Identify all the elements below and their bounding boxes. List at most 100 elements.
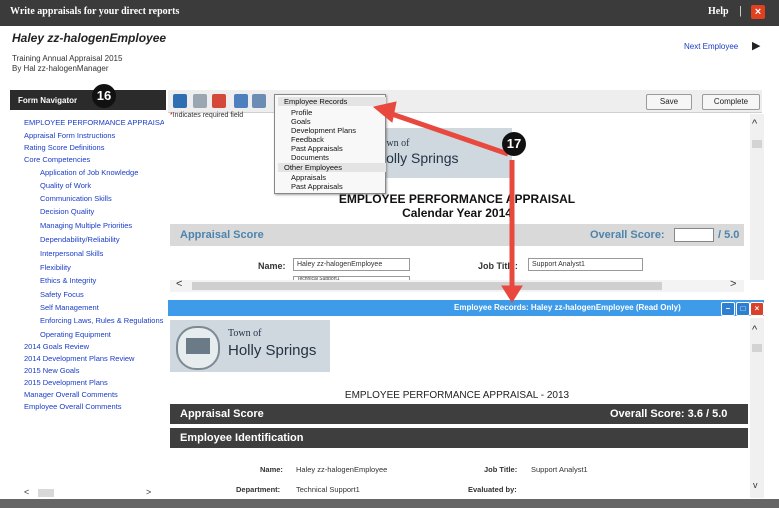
nav-item[interactable]: Appraisal Form Instructions: [24, 131, 164, 140]
navigator-horizontal-scrollbar[interactable]: < >: [24, 487, 166, 499]
form-subtitle: Calendar Year 2014: [402, 206, 512, 220]
employee-records-menu: Employee Records Profile Goals Developme…: [274, 94, 386, 194]
scroll-up-icon[interactable]: ^: [752, 118, 757, 130]
overall-score-label: Overall Score:: [590, 229, 665, 241]
menu-item-goals[interactable]: Goals: [291, 117, 311, 126]
menu-item-documents[interactable]: Documents: [291, 153, 329, 162]
nav-item[interactable]: Dependability/Reliability: [40, 235, 166, 244]
records-overall-score: Overall Score: 3.6 / 5.0: [610, 408, 728, 420]
menu-item-profile[interactable]: Profile: [291, 108, 312, 117]
minimize-icon[interactable]: –: [721, 302, 735, 316]
records-department-value: Technical Support1: [296, 485, 360, 494]
complete-button[interactable]: Complete: [702, 94, 760, 110]
nav-item[interactable]: Self Management: [40, 303, 166, 312]
next-employee-link[interactable]: Next Employee: [684, 42, 738, 51]
nav-item[interactable]: EMPLOYEE PERFORMANCE APPRAISAL: [24, 118, 164, 127]
nav-item[interactable]: Enforcing Laws, Rules & Regulations: [40, 316, 166, 325]
menu-item-other-past-appraisals[interactable]: Past Appraisals: [291, 182, 343, 191]
nav-item[interactable]: Quality of Work: [40, 181, 166, 190]
scroll-thumb[interactable]: [38, 489, 54, 497]
records-job-title-label: Job Title:: [484, 465, 518, 474]
nav-item[interactable]: Ethics & Integrity: [40, 276, 166, 285]
nav-item[interactable]: Safety Focus: [40, 290, 166, 299]
spellcheck-icon[interactable]: [234, 94, 248, 108]
print-icon[interactable]: [193, 94, 207, 108]
nav-item[interactable]: Employee Overall Comments: [24, 402, 164, 411]
form-vertical-scrollbar[interactable]: ^: [750, 114, 764, 280]
scroll-right-icon[interactable]: >: [730, 278, 736, 290]
callout-badge-17: 17: [502, 132, 526, 156]
menu-header-other-employees: Other Employees: [278, 163, 386, 172]
next-arrow-icon[interactable]: ▶: [752, 39, 760, 52]
manager-line: By Hal zz-halogenManager: [12, 64, 109, 73]
logo-holly-springs: Holly Springs: [228, 342, 317, 359]
employee-records-window-title: Employee Records: Haley zz-halogenEmploy…: [454, 303, 681, 312]
employee-name: Haley zz-halogenEmployee: [12, 31, 167, 45]
form-horizontal-scrollbar[interactable]: < >: [170, 278, 744, 292]
appraisal-score-heading: Appraisal Score: [180, 229, 264, 241]
maximize-icon[interactable]: □: [736, 302, 750, 316]
nav-item[interactable]: Application of Job Knowledge: [40, 168, 166, 177]
pdf-icon[interactable]: [212, 94, 226, 108]
menu-item-development-plans[interactable]: Development Plans: [291, 126, 356, 135]
window-title-bar: Write appraisals for your direct reports…: [0, 0, 779, 26]
overall-score-field: [674, 228, 714, 242]
logo-town-text: Town of: [228, 328, 262, 339]
name-field: Haley zz-halogenEmployee: [293, 258, 410, 271]
callout-badge-16: 16: [92, 84, 116, 108]
records-appraisal-score-heading: Appraisal Score: [180, 408, 264, 420]
nav-item[interactable]: 2014 Goals Review: [24, 342, 164, 351]
employee-records-window-titlebar[interactable]: Employee Records: Haley zz-halogenEmploy…: [168, 300, 764, 316]
appraisal-score-section: Appraisal Score Overall Score: / 5.0: [170, 224, 744, 246]
job-title-label: Job Title:: [478, 261, 518, 271]
nav-item[interactable]: Communication Skills: [40, 194, 166, 203]
form-icon[interactable]: [173, 94, 187, 108]
scroll-thumb[interactable]: [752, 140, 762, 148]
scroll-thumb[interactable]: [752, 344, 762, 352]
menu-item-feedback[interactable]: Feedback: [291, 135, 324, 144]
scroll-up-icon[interactable]: ^: [752, 324, 757, 336]
menu-item-past-appraisals[interactable]: Past Appraisals: [291, 144, 343, 153]
close-window-icon[interactable]: ×: [750, 302, 764, 316]
scroll-left-icon[interactable]: <: [24, 487, 29, 497]
bottom-strip: [0, 499, 779, 508]
scroll-down-icon[interactable]: v: [753, 480, 758, 490]
scroll-thumb[interactable]: [192, 282, 662, 290]
close-icon[interactable]: ×: [751, 5, 765, 19]
nav-item[interactable]: Manager Overall Comments: [24, 390, 164, 399]
help-link[interactable]: Help: [708, 6, 729, 17]
records-department-label: Department:: [236, 485, 281, 494]
nav-item[interactable]: Rating Score Definitions: [24, 143, 164, 152]
scroll-left-icon[interactable]: <: [176, 278, 182, 290]
nav-item[interactable]: Core Competencies: [24, 155, 164, 164]
required-note: *Indicates required field: [170, 112, 243, 119]
nav-item[interactable]: 2015 New Goals: [24, 366, 164, 375]
records-form-title: EMPLOYEE PERFORMANCE APPRAISAL - 2013: [344, 390, 570, 401]
records-name-value: Haley zz-halogenEmployee: [296, 465, 388, 474]
nav-item[interactable]: 2015 Development Plans: [24, 378, 164, 387]
nav-item[interactable]: Decision Quality: [40, 207, 166, 216]
form-navigator-header: Form Navigator: [10, 90, 166, 110]
scroll-right-icon[interactable]: >: [146, 487, 151, 497]
records-employee-identification-heading: Employee Identification: [180, 432, 304, 444]
town-logo-records: Town of Holly Springs: [170, 320, 330, 372]
appraisal-name: Training Annual Appraisal 2015: [12, 54, 123, 63]
records-job-title-value: Support Analyst1: [531, 465, 588, 474]
overall-score-max: / 5.0: [718, 229, 740, 241]
title-separator: |: [739, 5, 742, 17]
job-title-field: Support Analyst1: [528, 258, 643, 271]
records-name-label: Name:: [260, 465, 283, 474]
nav-item[interactable]: Operating Equipment: [40, 330, 166, 339]
town-seal-icon: [176, 326, 220, 370]
nav-item[interactable]: Managing Multiple Priorities: [40, 221, 166, 230]
records-employee-identification-section: Employee Identification: [170, 428, 748, 448]
records-icon[interactable]: [252, 94, 266, 108]
menu-item-other-appraisals[interactable]: Appraisals: [291, 173, 326, 182]
save-button[interactable]: Save: [646, 94, 692, 110]
records-vertical-scrollbar[interactable]: ^ v: [750, 318, 764, 498]
form-title: EMPLOYEE PERFORMANCE APPRAISAL: [338, 192, 576, 206]
window-title: Write appraisals for your direct reports: [10, 6, 180, 17]
nav-item[interactable]: Flexibility: [40, 263, 166, 272]
nav-item[interactable]: Interpersonal Skills: [40, 249, 166, 258]
nav-item[interactable]: 2014 Development Plans Review: [24, 354, 164, 363]
